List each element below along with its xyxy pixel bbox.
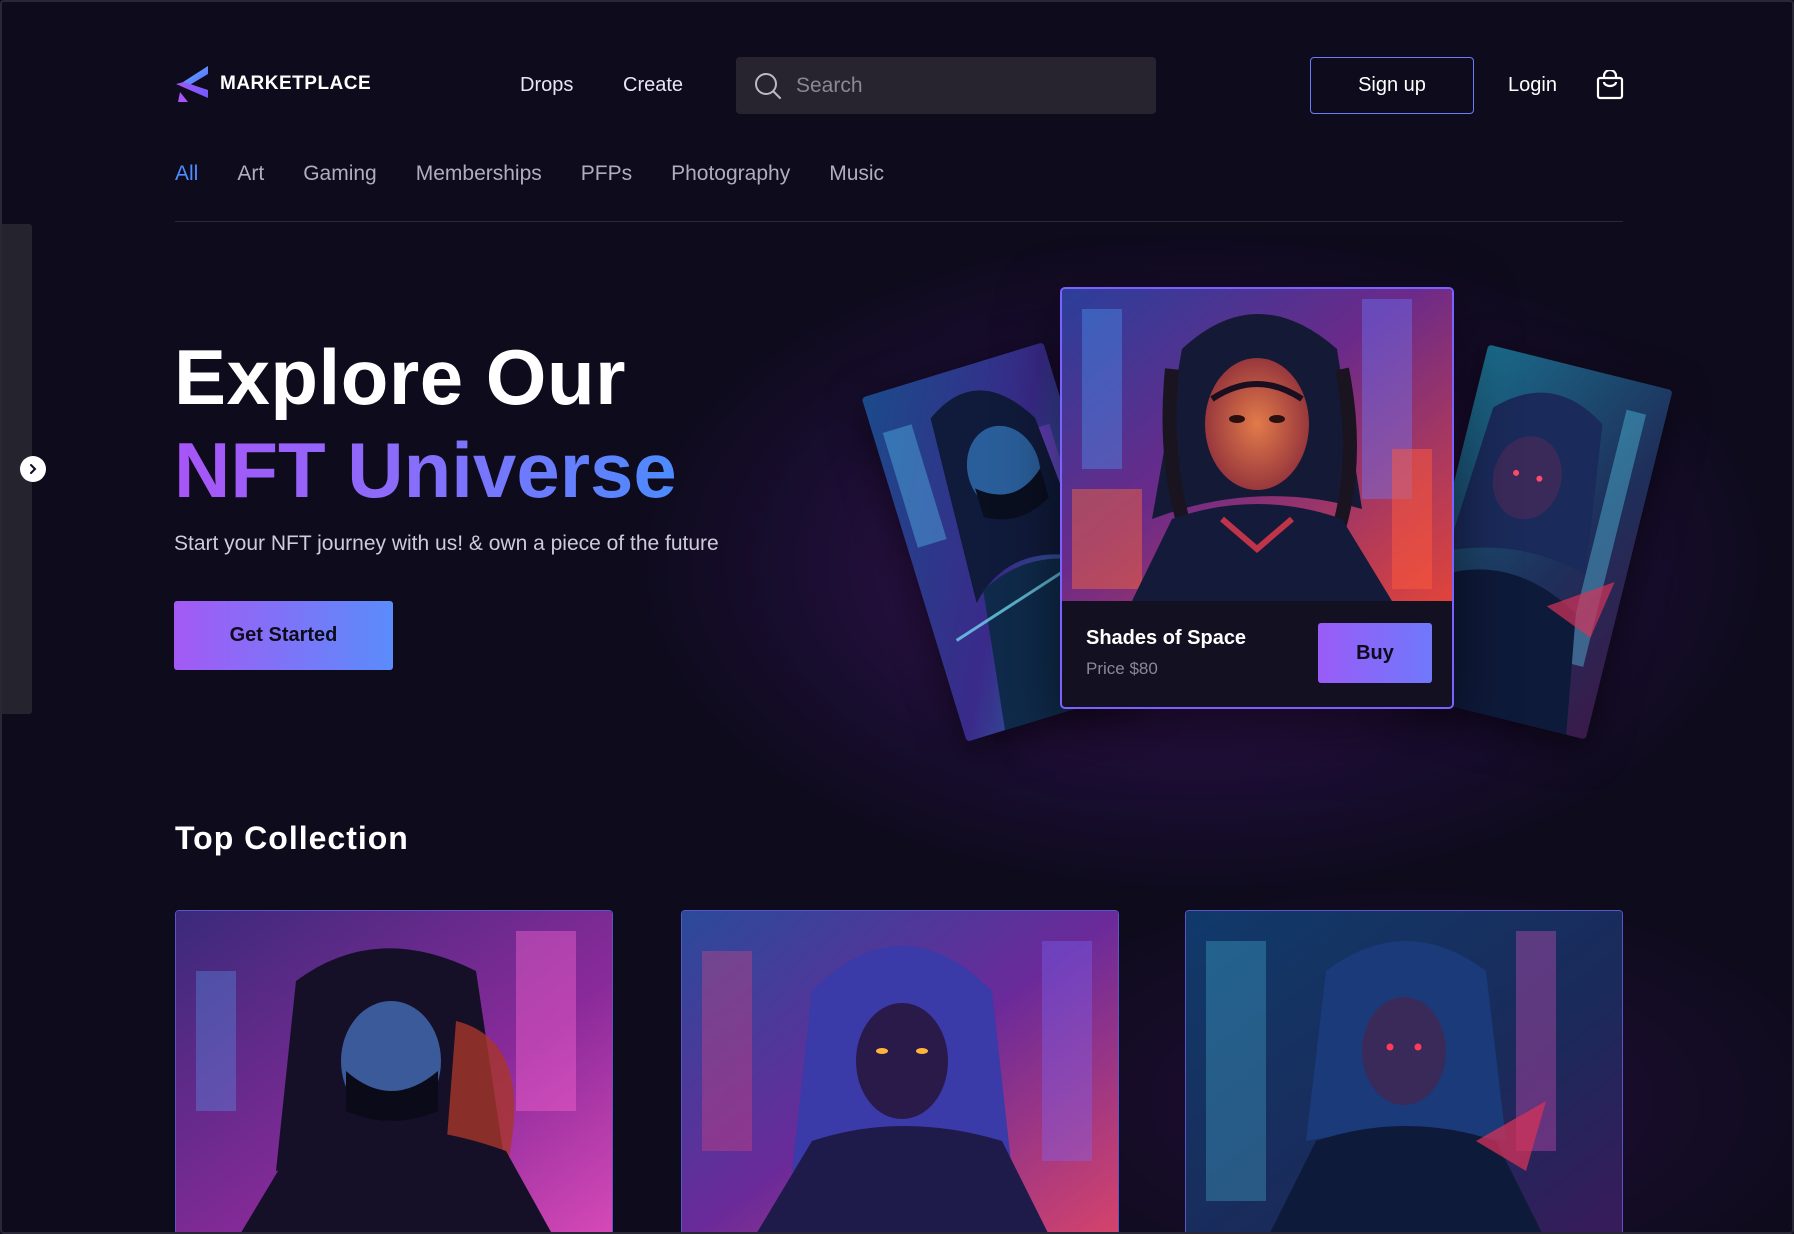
search-icon <box>755 72 781 99</box>
sign-up-button[interactable]: Sign up <box>1310 57 1474 114</box>
page-frame: MARKETPLACE Drops Create Sign up Login A… <box>0 0 1794 1234</box>
tab-photography[interactable]: Photography <box>671 162 790 186</box>
tab-art[interactable]: Art <box>237 162 264 186</box>
get-started-button[interactable]: Get Started <box>174 601 393 670</box>
tab-gaming[interactable]: Gaming <box>303 162 377 186</box>
tab-pfps[interactable]: PFPs <box>581 162 632 186</box>
nft-artwork-image <box>682 911 1118 1232</box>
tab-music[interactable]: Music <box>829 162 884 186</box>
featured-nft-image <box>1062 289 1452 601</box>
nav-create[interactable]: Create <box>623 74 683 97</box>
search-input[interactable] <box>796 73 1136 98</box>
chevron-right-icon <box>30 464 37 474</box>
logo-text: MARKETPLACE <box>220 73 372 94</box>
category-tabs: All Art Gaming Memberships PFPs Photogra… <box>175 162 884 186</box>
featured-nft-card[interactable]: Shades of Space Price $80 Buy <box>1060 287 1454 709</box>
login-link[interactable]: Login <box>1508 74 1557 97</box>
shopping-bag-icon <box>1596 68 1624 100</box>
featured-nft-title: Shades of Space <box>1086 627 1247 649</box>
marketplace-logo-icon <box>176 66 208 102</box>
tabs-divider <box>175 221 1623 222</box>
hero-title-line2: NFT Universe <box>174 426 677 514</box>
tab-memberships[interactable]: Memberships <box>416 162 542 186</box>
cart-button[interactable] <box>1596 68 1624 104</box>
buy-button[interactable]: Buy <box>1318 623 1432 683</box>
logo[interactable]: MARKETPLACE <box>174 64 371 104</box>
search-bar[interactable] <box>736 57 1156 114</box>
drawer-toggle-button[interactable] <box>20 456 46 482</box>
section-title: Top Collection <box>175 820 409 856</box>
tab-all[interactable]: All <box>175 162 198 186</box>
collection-card[interactable] <box>681 910 1119 1232</box>
hero-subtitle: Start your NFT journey with us! & own a … <box>174 532 719 555</box>
hero-title-line1: Explore Our <box>174 333 626 421</box>
featured-nft-price: Price $80 <box>1086 659 1158 678</box>
nft-artwork-image <box>176 911 612 1232</box>
collection-card[interactable] <box>1185 910 1623 1232</box>
nft-artwork-image <box>1062 289 1452 601</box>
nav-drops[interactable]: Drops <box>520 74 573 97</box>
nft-artwork-image <box>1186 911 1622 1232</box>
collection-card[interactable] <box>175 910 613 1232</box>
